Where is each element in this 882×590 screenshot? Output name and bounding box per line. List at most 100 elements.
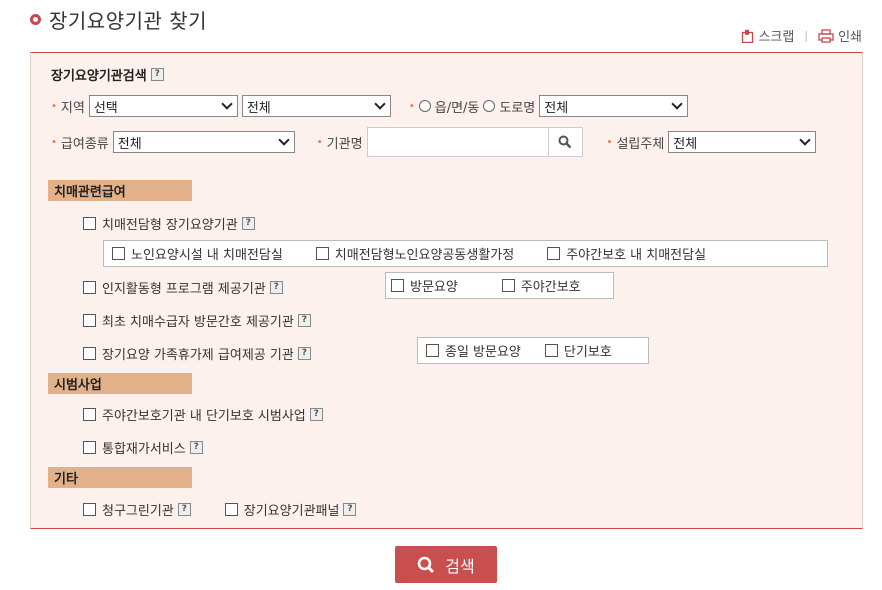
pilot-checkbox-2[interactable] bbox=[83, 441, 96, 454]
road-radio[interactable] bbox=[483, 100, 496, 112]
family-rest-sub-label-2: 단기보호 bbox=[563, 345, 612, 360]
etc-checkbox-2[interactable] bbox=[224, 503, 238, 516]
chevron-down-icon bbox=[799, 134, 811, 146]
scrap-label: 스크랩 bbox=[758, 30, 795, 45]
first-recipient-label: 최초 치매수급자 방문간호 제공기관 bbox=[102, 315, 294, 330]
cognitive-label: 인지활동형 프로그램 제공기관 bbox=[102, 282, 266, 297]
benefit-select[interactable]: 전체 bbox=[112, 131, 295, 153]
help-icon[interactable]: ? bbox=[177, 503, 191, 516]
address-select[interactable]: 전체 bbox=[539, 95, 689, 117]
family-rest-row: 장기요양 가족휴가제 급여제공 기관 ? bbox=[83, 344, 311, 363]
print-button[interactable]: 인쇄 bbox=[818, 26, 862, 45]
region-row: • 지역 선택 전체 • 읍/면/동 도로명 전체 bbox=[51, 95, 689, 117]
dedicated-sub-options: 노인요양시설 내 치매전담실 치매전담형노인요양공동생활가정 주야간보호 내 치… bbox=[103, 240, 828, 267]
region-select[interactable]: 선택 bbox=[88, 95, 238, 117]
cognitive-sub-label-1: 방문요양 bbox=[410, 280, 458, 295]
chevron-down-icon bbox=[374, 98, 386, 110]
org-name-input[interactable] bbox=[366, 127, 549, 157]
cognitive-checkbox[interactable] bbox=[83, 281, 96, 294]
benefit-select-value: 전체 bbox=[117, 136, 142, 152]
dedicated-sub-checkbox-3[interactable] bbox=[547, 247, 561, 260]
dedicated-sub-label-3: 주야간보호 내 치매전담실 bbox=[566, 248, 707, 263]
page-title-row: 장기요양기관 찾기 bbox=[30, 6, 208, 33]
founder-select[interactable]: 전체 bbox=[668, 131, 817, 153]
help-icon[interactable]: ? bbox=[269, 281, 283, 294]
search-panel: 장기요양기관검색 ? • 지역 선택 전체 • 읍/면/동 도로명 전체 • 급… bbox=[30, 52, 863, 529]
search-icon bbox=[417, 556, 435, 573]
help-icon[interactable]: ? bbox=[189, 441, 203, 454]
dedicated-sub-checkbox-2[interactable] bbox=[315, 247, 329, 260]
chevron-down-icon bbox=[278, 134, 290, 146]
family-rest-checkbox[interactable] bbox=[83, 347, 96, 360]
family-rest-label: 장기요양 가족휴가제 급여제공 기관 bbox=[102, 348, 294, 363]
founder-label: 설립주체 bbox=[616, 136, 665, 152]
cognitive-row: 인지활동형 프로그램 제공기관 ? bbox=[83, 278, 283, 297]
printer-icon bbox=[818, 28, 834, 43]
dementia-section-tag: 치매관련급여 bbox=[48, 180, 192, 201]
etc-label-2: 장기요양기관패널 bbox=[243, 504, 340, 519]
bullet-dot: • bbox=[606, 136, 613, 148]
bullet-dot: • bbox=[51, 136, 57, 148]
family-rest-sub-options: 종일 방문요양 단기보호 bbox=[417, 337, 649, 364]
help-icon[interactable]: ? bbox=[343, 503, 357, 516]
region-label: 지역 bbox=[60, 100, 85, 116]
search-submit-button[interactable]: 검색 bbox=[395, 546, 497, 583]
dedicated-sub-option: 치매전담형노인요양공동생활가정 bbox=[315, 244, 515, 263]
help-icon[interactable]: ? bbox=[309, 408, 323, 421]
cognitive-sub-checkbox-1[interactable] bbox=[391, 279, 404, 292]
family-rest-sub-option: 단기보호 bbox=[544, 341, 612, 360]
tools-divider: | bbox=[804, 29, 809, 42]
dedicated-row: 치매전담형 장기요양기관 ? bbox=[83, 214, 255, 233]
district-select[interactable]: 전체 bbox=[241, 95, 391, 117]
cognitive-sub-option: 주야간보호 bbox=[501, 276, 581, 295]
dedicated-sub-label-2: 치매전담형노인요양공동생활가정 bbox=[334, 248, 515, 263]
etc-checkbox-1[interactable] bbox=[83, 503, 96, 516]
dedicated-sub-option: 주야간보호 내 치매전담실 bbox=[547, 244, 706, 263]
chevron-down-icon bbox=[671, 98, 683, 110]
help-icon[interactable]: ? bbox=[297, 347, 311, 360]
cognitive-sub-checkbox-2[interactable] bbox=[501, 279, 515, 292]
town-radio[interactable] bbox=[418, 100, 431, 112]
cognitive-sub-options: 방문요양 주야간보호 bbox=[385, 272, 614, 299]
etc-section-tag: 기타 bbox=[48, 467, 192, 488]
bullet-dot: • bbox=[316, 136, 323, 148]
family-rest-sub-label-1: 종일 방문요양 bbox=[445, 345, 521, 360]
scrap-button[interactable]: 스크랩 bbox=[741, 26, 794, 45]
pilot-label-1: 주야간보호기관 내 단기보호 시범사업 bbox=[102, 409, 306, 424]
district-select-value: 전체 bbox=[246, 100, 271, 116]
chevron-down-icon bbox=[221, 98, 233, 110]
pilot-row-2: 통합재가서비스 ? bbox=[83, 438, 203, 457]
dedicated-sub-label-1: 노인요양시설 내 치매전담실 bbox=[131, 248, 283, 263]
search-submit-label: 검색 bbox=[445, 556, 475, 576]
road-radio-label: 도로명 bbox=[499, 100, 536, 116]
page-tools: 스크랩 | 인쇄 bbox=[741, 26, 862, 45]
help-icon[interactable]: ? bbox=[241, 217, 255, 230]
etc-label-1: 청구그린기관 bbox=[102, 504, 174, 519]
pilot-label-2: 통합재가서비스 bbox=[102, 442, 186, 457]
org-search-button[interactable] bbox=[548, 127, 583, 157]
pilot-checkbox-1[interactable] bbox=[83, 408, 96, 421]
first-recipient-checkbox[interactable] bbox=[83, 314, 96, 327]
family-rest-sub-option: 종일 방문요양 bbox=[426, 341, 521, 360]
founder-select-value: 전체 bbox=[673, 136, 698, 152]
family-rest-sub-checkbox-1[interactable] bbox=[426, 344, 439, 357]
search-icon bbox=[558, 135, 572, 149]
title-bullet-icon bbox=[30, 13, 41, 25]
dedicated-sub-option: 노인요양시설 내 치매전담실 bbox=[112, 244, 283, 263]
dedicated-checkbox[interactable] bbox=[83, 217, 96, 230]
org-name-label: 기관명 bbox=[326, 136, 363, 152]
page-title: 장기요양기관 찾기 bbox=[49, 8, 208, 33]
help-icon[interactable]: ? bbox=[297, 314, 311, 327]
cognitive-sub-label-2: 주야간보호 bbox=[520, 280, 581, 295]
bullet-dot: • bbox=[408, 100, 415, 112]
family-rest-sub-checkbox-2[interactable] bbox=[544, 344, 558, 357]
etc-row: 청구그린기관 ? 장기요양기관패널 ? bbox=[83, 500, 357, 519]
help-icon[interactable]: ? bbox=[150, 68, 164, 81]
dedicated-sub-checkbox-1[interactable] bbox=[112, 247, 125, 260]
address-select-value: 전체 bbox=[544, 100, 569, 116]
dedicated-label: 치매전담형 장기요양기관 bbox=[102, 218, 238, 233]
pilot-row-1: 주야간보호기관 내 단기보호 시범사업 ? bbox=[83, 405, 323, 424]
pilot-section-tag: 시범사업 bbox=[48, 373, 192, 394]
search-heading-row: 장기요양기관검색 ? bbox=[51, 65, 164, 84]
benefit-row: • 급여종류 전체 • 기관명 • 설립주체 전체 bbox=[51, 127, 817, 157]
